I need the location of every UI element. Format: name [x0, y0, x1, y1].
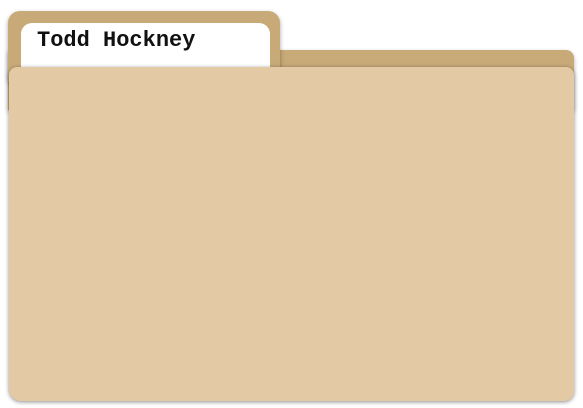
folder-tab-label: Todd Hockney [21, 23, 270, 71]
folder-front-panel[interactable] [9, 67, 574, 401]
folder-name: Todd Hockney [37, 28, 196, 53]
folder-card[interactable]: Todd Hockney [0, 0, 583, 408]
